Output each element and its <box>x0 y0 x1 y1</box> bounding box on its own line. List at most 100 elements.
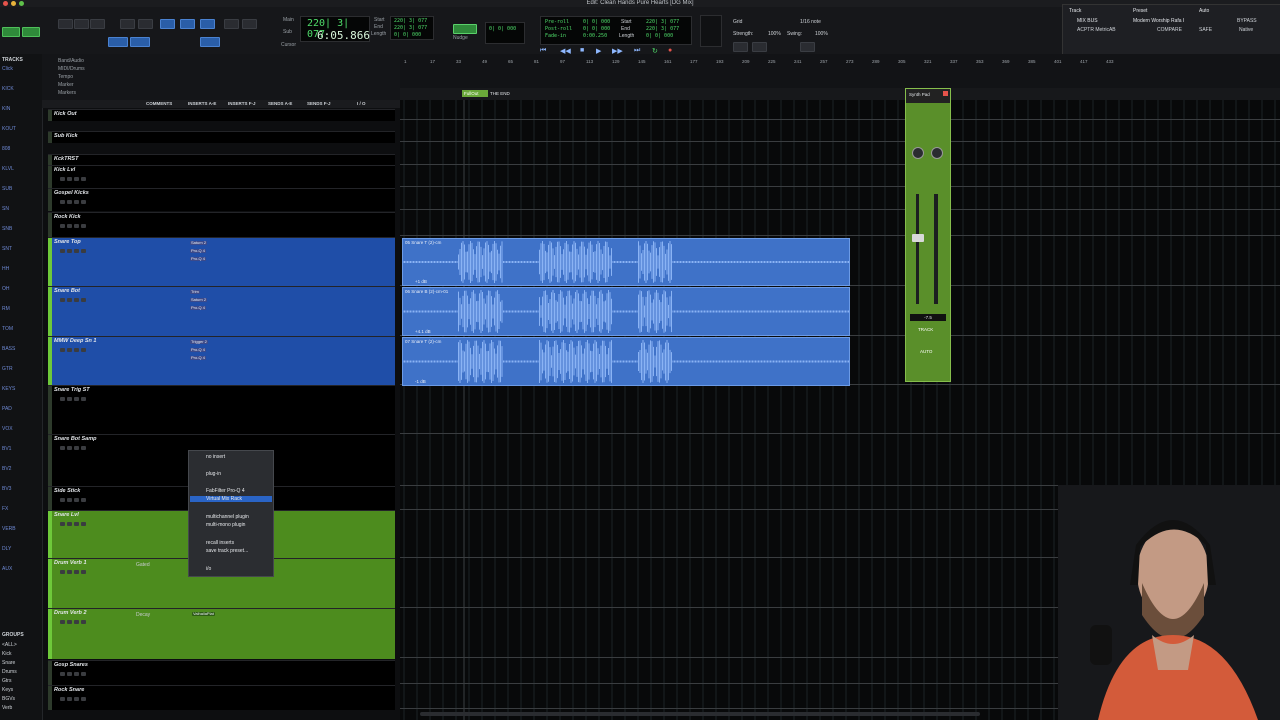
track-header[interactable]: Snare Top <box>48 237 395 287</box>
grid-mode-button[interactable] <box>108 37 128 47</box>
zoom-toggle-button[interactable] <box>58 19 73 29</box>
track-header[interactable]: Kick Out <box>48 109 395 121</box>
marker-fullout[interactable]: FullOut <box>462 90 488 97</box>
track-name[interactable]: Snare Top <box>54 239 81 245</box>
track-header[interactable]: Drum Verb 2 Decay <box>48 608 395 659</box>
menu-item-multi-mono-plugin[interactable]: multi-mono plugin <box>206 522 245 528</box>
track-header[interactable]: Snare Bot <box>48 286 395 337</box>
marker-the-end[interactable]: THE END <box>490 90 530 97</box>
strength-value[interactable]: 100% <box>768 31 781 37</box>
search-icon[interactable] <box>138 19 153 29</box>
tracks-list-item[interactable]: GTR <box>2 366 13 372</box>
track-name[interactable]: MMW Deep Sn 1 <box>54 338 96 344</box>
pan-knob-right[interactable] <box>931 147 943 159</box>
track-name[interactable]: Kick Out <box>54 111 77 117</box>
track-record-solo-mute-buttons[interactable] <box>60 248 100 253</box>
track-record-solo-mute-buttons[interactable] <box>60 619 100 624</box>
track-header[interactable]: MMW Deep Sn 1 <box>48 336 395 386</box>
slip-mode-button[interactable] <box>130 37 150 47</box>
track-header[interactable]: Sub Kick <box>48 131 395 143</box>
clip-list-item[interactable]: MIDI/Drums <box>58 66 85 72</box>
groups-list-item[interactable]: Snare <box>2 660 15 666</box>
plugin-selector[interactable]: ACPTR MetricAB <box>1077 27 1116 33</box>
track-record-solo-mute-buttons[interactable] <box>60 297 100 302</box>
nudge-counter[interactable]: 0| 0| 000 <box>485 22 525 44</box>
track-header[interactable]: Gospel Kicks <box>48 188 395 211</box>
link-icon[interactable] <box>800 42 815 52</box>
tracks-list-item[interactable]: PAD <box>2 406 12 412</box>
track-header[interactable]: Snare Trig ST <box>48 385 395 435</box>
bypass-button[interactable]: BYPASS <box>1237 18 1257 24</box>
track-record-solo-mute-buttons[interactable] <box>60 396 100 401</box>
floating-fader-window[interactable]: Synth Pad -7.5 TRACK AUTO <box>905 88 951 382</box>
track-record-solo-mute-buttons[interactable] <box>60 223 100 228</box>
groups-list-item[interactable]: Verb <box>2 705 12 711</box>
clip-list-item[interactable]: Marker <box>58 82 74 88</box>
track-record-solo-mute-buttons[interactable] <box>60 569 100 574</box>
insert-slot[interactable]: Pro-Q 4 <box>190 306 207 310</box>
tracks-list-item[interactable]: KICK <box>2 86 14 92</box>
track-name[interactable]: Snare Trig ST <box>54 387 90 393</box>
track-header[interactable]: Rock Snare <box>48 685 395 710</box>
groups-list-item[interactable]: <ALL> <box>2 642 17 648</box>
track-header[interactable]: Gosp Snares <box>48 660 395 685</box>
track-record-solo-mute-buttons[interactable] <box>60 497 100 502</box>
tracks-list-item[interactable]: RM <box>2 306 10 312</box>
menu-item-virtual-mix-rack[interactable]: Virtual Mix Rack <box>190 496 272 502</box>
grabber-tool[interactable] <box>180 19 195 29</box>
tracks-list-item[interactable]: KOUT <box>2 126 16 132</box>
safe-button[interactable]: SAFE <box>1199 27 1212 33</box>
track-record-solo-mute-buttons[interactable] <box>60 347 100 352</box>
menu-item-fabfilter-pro-q4[interactable]: FabFilter Pro-Q 4 <box>206 488 245 494</box>
tracks-list-item[interactable]: DLY <box>2 546 11 552</box>
pencil-tool[interactable] <box>200 19 215 29</box>
tracks-list-item[interactable]: SN <box>2 206 9 212</box>
tracks-list-item[interactable]: KIN <box>2 106 10 112</box>
track-name[interactable]: Sub Kick <box>54 133 78 139</box>
compare-button[interactable]: COMPARE <box>1157 27 1182 33</box>
menu-item-save-track-preset[interactable]: save track preset... <box>206 548 248 554</box>
track-name[interactable]: KckTRST <box>54 156 78 162</box>
track-name[interactable]: Rock Kick <box>54 214 81 220</box>
groups-list-item[interactable]: BGVs <box>2 696 15 702</box>
tracks-list-item[interactable]: SNB <box>2 226 12 232</box>
automation-mode-selector[interactable]: AUTO <box>920 349 932 354</box>
audio-region-mmw-deep[interactable]: 07 Snare T (2)-cm -1 dB <box>402 337 850 386</box>
selection-counter[interactable]: 220| 3| 077 220| 3| 077 0| 0| 000 <box>390 16 434 40</box>
close-icon[interactable] <box>943 91 948 96</box>
insert-slot[interactable]: Pro-Q 4 <box>190 249 207 253</box>
timeline-ruler[interactable]: 1 17 33 49 65 81 97 113 129 145 161 177 193 209 225 241… <box>400 54 1280 88</box>
insert-slot[interactable]: Trim <box>190 290 200 294</box>
zoomer-tool[interactable] <box>74 19 89 29</box>
preset-selector[interactable]: Modern Worship Rafa I <box>1133 18 1184 24</box>
tracks-list-item[interactable]: OH <box>2 286 10 292</box>
marker-ruler[interactable]: FullOut THE END <box>400 88 1280 100</box>
record-mode-button[interactable] <box>22 27 40 37</box>
selector-tool[interactable] <box>120 19 135 29</box>
track-record-solo-mute-buttons[interactable] <box>60 671 100 676</box>
track-name[interactable]: Gospel Kicks <box>54 190 89 196</box>
insert-slot[interactable]: Pro-Q 4 <box>190 257 207 261</box>
tracks-list-item[interactable]: BASS <box>2 346 15 352</box>
menu-item-recall-inserts[interactable]: recall inserts <box>206 540 234 546</box>
track-name[interactable]: Drum Verb 2 <box>54 610 87 616</box>
tracks-list-item[interactable]: 808 <box>2 146 10 152</box>
menu-item-io[interactable]: i/o <box>206 566 211 572</box>
track-record-solo-mute-buttons[interactable] <box>60 696 100 701</box>
tracks-list-item[interactable]: SNT <box>2 246 12 252</box>
menu-item-plugin[interactable]: plug-in <box>206 471 221 477</box>
tracks-list-item[interactable]: Click <box>2 66 13 72</box>
track-record-solo-mute-buttons[interactable] <box>60 521 100 526</box>
groups-list-item[interactable]: Kick <box>2 651 11 657</box>
insert-slot[interactable]: Pro-Q 4 <box>190 348 207 352</box>
grid-value-button[interactable] <box>453 24 477 34</box>
tab-to-transient-icon[interactable] <box>752 42 767 52</box>
track-record-solo-mute-buttons[interactable] <box>60 199 100 204</box>
main-counter[interactable]: 220| 3| 077 6:05.866 <box>300 16 370 42</box>
search-icon[interactable] <box>733 42 748 52</box>
tracks-list-item[interactable]: VERB <box>2 526 16 532</box>
clip-list-item[interactable]: Band/Audio <box>58 58 84 64</box>
clip-list-item[interactable]: Markers <box>58 90 76 96</box>
track-name[interactable]: Snare Bot <box>54 288 80 294</box>
insert-popup-menu[interactable]: no insert plug-in FabFilter Pro-Q 4 Virt… <box>188 450 274 577</box>
